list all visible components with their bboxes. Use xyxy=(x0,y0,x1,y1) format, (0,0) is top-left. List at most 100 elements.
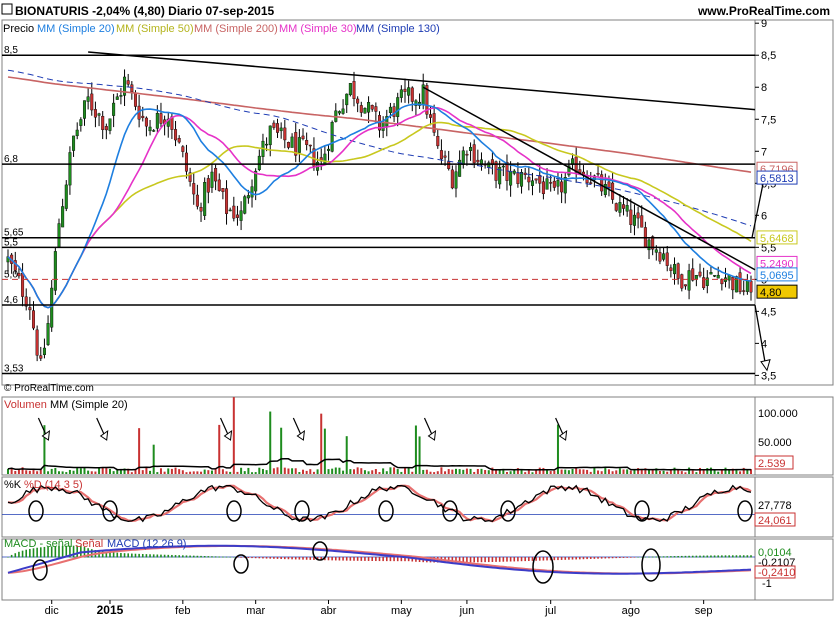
site-url[interactable]: www.ProRealTime.com xyxy=(697,4,830,18)
candle-body xyxy=(516,172,520,184)
time-tick-label: ago xyxy=(622,605,640,617)
volume-bar xyxy=(520,469,523,474)
legend-ma130[interactable]: MM (Simple 130) xyxy=(356,23,440,35)
volume-bar xyxy=(648,470,651,474)
stoch-d-last: 24,061 xyxy=(758,515,792,527)
legend-ma200[interactable]: MM (Simple 200) xyxy=(194,23,278,35)
chart-canvas: 98,587,576,565,554,543,5 dic2015febmarab… xyxy=(1,3,834,617)
macd-hist-bar xyxy=(305,557,308,560)
volume-bar xyxy=(422,469,425,474)
volume-bar xyxy=(243,471,246,474)
macd-hist-bar xyxy=(338,557,341,561)
candle-body xyxy=(268,125,272,146)
legend-macd[interactable]: MACD (12 26 9) xyxy=(107,538,186,550)
macd-hist-bar xyxy=(353,557,355,561)
candle-body xyxy=(184,152,188,172)
ticker-line: BIONATURIS -2,04% (4,80) Diario 07-sep-2… xyxy=(15,4,275,18)
candle-body xyxy=(527,176,531,183)
volume-bar xyxy=(200,471,203,474)
candle-body xyxy=(104,126,108,131)
candle-body xyxy=(79,119,83,126)
macd-hist-bar xyxy=(396,557,399,562)
price-tick-label: 6 xyxy=(761,210,767,222)
macd-hist-bar xyxy=(728,555,730,558)
macd-hist-bar xyxy=(342,557,344,561)
legend-ma30[interactable]: MM (Simple 30) xyxy=(279,23,357,35)
legend-price[interactable]: Precio xyxy=(3,23,34,35)
candle-body xyxy=(323,153,327,165)
volume-bar xyxy=(505,472,508,474)
volume-bar xyxy=(593,467,596,474)
candle-body xyxy=(352,81,356,99)
volume-bar xyxy=(61,471,64,474)
volume-bar xyxy=(156,472,159,474)
macd-hist-bar xyxy=(487,557,490,563)
macd-hist-bar xyxy=(655,556,658,558)
macd-hist-bar xyxy=(367,557,370,561)
volume-bar xyxy=(425,469,428,474)
legend-macd-signal[interactable]: Señal xyxy=(75,538,103,550)
candle-body xyxy=(439,150,443,160)
volume-bar xyxy=(207,470,210,474)
legend-volume[interactable]: Volumen xyxy=(4,399,47,411)
macd-hist-bar xyxy=(611,557,614,559)
volume-bar xyxy=(240,467,243,474)
macd-hist-bar xyxy=(608,557,610,559)
vol-last-value: 2.539 xyxy=(758,458,786,470)
volume-bar xyxy=(480,468,483,474)
volume-bar xyxy=(320,413,323,474)
candle-body xyxy=(246,195,250,199)
macd-hist-bar xyxy=(174,555,177,558)
macd-hist-bar xyxy=(684,555,687,558)
volume-bar xyxy=(25,470,28,474)
candle-body xyxy=(250,186,254,198)
candle-body xyxy=(709,272,713,275)
legend-ma20[interactable]: MM (Simple 20) xyxy=(37,23,115,35)
candle-body xyxy=(308,144,312,147)
volume-bar xyxy=(174,467,177,474)
macd-hist-bar xyxy=(276,557,279,559)
volume-bar xyxy=(287,468,290,474)
candle-body xyxy=(713,275,717,277)
volume-bar xyxy=(54,467,57,474)
volume-bar xyxy=(575,468,578,474)
volume-ma-line xyxy=(7,458,751,471)
candle-body xyxy=(272,122,276,128)
candle-body xyxy=(130,84,134,93)
volume-bar xyxy=(454,468,457,474)
candle-body xyxy=(279,127,283,132)
volume-bar xyxy=(342,470,345,474)
volume-bar xyxy=(331,468,334,474)
candle-body xyxy=(290,136,294,148)
legend-macd-signal-hist[interactable]: MACD - señal xyxy=(4,538,72,550)
legend-stoch-d[interactable]: %D (14 3 5) xyxy=(24,479,83,491)
candle-body xyxy=(734,276,738,293)
volume-bar xyxy=(560,469,563,474)
volume-bar xyxy=(76,467,79,474)
macd-hist-bar xyxy=(251,557,253,559)
macd-hist-bar xyxy=(557,557,559,561)
volume-bar xyxy=(513,470,516,474)
candle-body xyxy=(195,194,199,207)
candle-body xyxy=(596,173,600,175)
candle-body xyxy=(228,209,232,212)
volume-bar xyxy=(163,471,166,474)
candle-body xyxy=(428,114,432,118)
volume-bar xyxy=(261,468,264,474)
price-tick-label: 7 xyxy=(761,146,767,158)
candle-body xyxy=(454,171,458,189)
legend-vol-ma[interactable]: MM (Simple 20) xyxy=(50,399,128,411)
volume-bar xyxy=(498,470,501,474)
candle-body xyxy=(556,180,560,187)
macd-hist-bar xyxy=(182,555,184,558)
macd-hist-bar xyxy=(575,557,577,560)
legend-ma50[interactable]: MM (Simple 50) xyxy=(116,23,194,35)
macd-hist-bar xyxy=(702,555,705,558)
volume-bar xyxy=(221,469,224,474)
price-tick-label: 4 xyxy=(761,338,767,350)
candle-body xyxy=(388,106,392,113)
volume-bar xyxy=(112,471,115,474)
volume-bar xyxy=(349,469,352,474)
legend-stoch-k[interactable]: %K xyxy=(4,479,22,491)
price-axis: 98,587,576,565,554,543,5 xyxy=(755,18,776,382)
